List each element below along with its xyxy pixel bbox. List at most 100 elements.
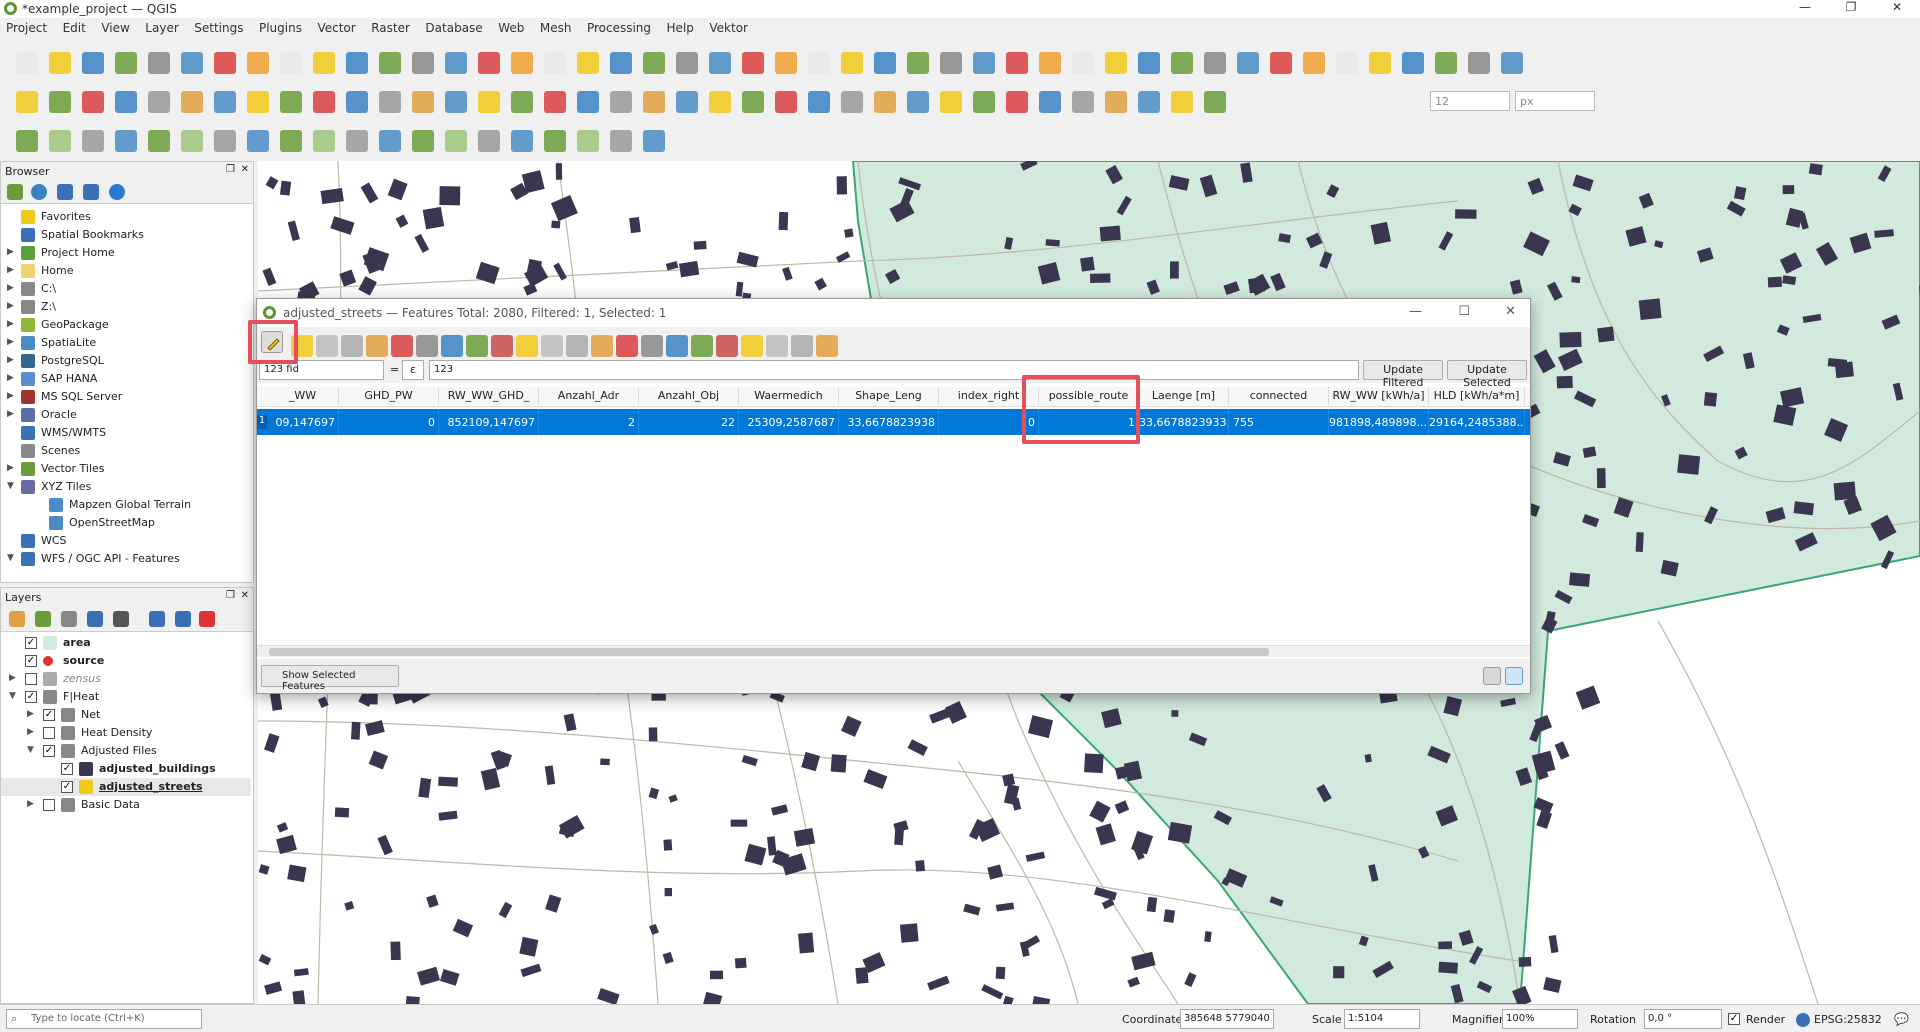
- layer-visibility-checkbox[interactable]: ✓: [43, 745, 55, 757]
- table-cell[interactable]: 2: [539, 409, 639, 435]
- messages-icon[interactable]: 💬: [1894, 1012, 1909, 1026]
- table-cell[interactable]: 22: [639, 409, 739, 435]
- table-cell[interactable]: 09,147697: [267, 409, 339, 435]
- toolbar-tool-icon[interactable]: [841, 52, 863, 74]
- menu-plugins[interactable]: Plugins: [253, 18, 308, 35]
- filter-legend-icon[interactable]: [87, 611, 103, 627]
- menu-processing[interactable]: Processing: [581, 18, 657, 35]
- toolbar-tool-icon[interactable]: [181, 91, 203, 113]
- toolbar-tool-icon[interactable]: [1501, 52, 1523, 74]
- help-icon[interactable]: [109, 184, 125, 200]
- toolbar-tool-icon[interactable]: [666, 335, 688, 357]
- toolbar-tool-icon[interactable]: [148, 91, 170, 113]
- toolbar-tool-icon[interactable]: [742, 91, 764, 113]
- menu-database[interactable]: Database: [419, 18, 488, 35]
- expand-arrow-icon[interactable]: ▶: [7, 355, 14, 365]
- column-header[interactable]: connected: [1229, 387, 1329, 405]
- table-view-icon[interactable]: [1505, 667, 1523, 685]
- crs-button[interactable]: EPSG:25832: [1814, 1013, 1882, 1026]
- coordinate-field[interactable]: 385648 5779040: [1180, 1009, 1274, 1029]
- browser-item[interactable]: ▼ WFS / OGC API - Features: [1, 550, 241, 568]
- menu-layer[interactable]: Layer: [139, 18, 184, 35]
- toolbar-tool-icon[interactable]: [181, 52, 203, 74]
- browser-item[interactable]: ▶ Vector Tiles: [1, 460, 241, 478]
- browser-item[interactable]: ▶ Project Home: [1, 244, 241, 262]
- globe-icon[interactable]: [1796, 1013, 1810, 1027]
- expand-arrow-icon[interactable]: ▼: [7, 553, 14, 563]
- toolbar-tool-icon[interactable]: [1270, 52, 1292, 74]
- render-checkbox[interactable]: ✓: [1728, 1013, 1740, 1025]
- browser-item[interactable]: WCS: [1, 532, 241, 550]
- table-cell[interactable]: 25309,2587687: [739, 409, 839, 435]
- toolbar-tool-icon[interactable]: [691, 335, 713, 357]
- layer-item[interactable]: ▶ Basic Data: [1, 796, 251, 814]
- toolbar-tool-icon[interactable]: [940, 91, 962, 113]
- expand-arrow-icon[interactable]: ▶: [7, 283, 14, 293]
- column-header[interactable]: HLD [kWh/a*m]: [1429, 387, 1525, 405]
- expand-arrow-icon[interactable]: ▶: [7, 247, 14, 257]
- toolbar-tool-icon[interactable]: [416, 335, 438, 357]
- toolbar-tool-icon[interactable]: [313, 52, 335, 74]
- expand-arrow-icon[interactable]: ▼: [7, 481, 14, 491]
- expand-arrow-icon[interactable]: ▶: [7, 409, 14, 419]
- table-cell[interactable]: 29164,2485388...: [1429, 409, 1525, 435]
- toolbar-tool-icon[interactable]: [82, 130, 104, 152]
- expand-arrow-icon[interactable]: ▼: [27, 745, 34, 755]
- toolbar-tool-icon[interactable]: [316, 335, 338, 357]
- collapse-all-icon[interactable]: [175, 611, 191, 627]
- browser-item[interactable]: Mapzen Global Terrain: [1, 496, 241, 514]
- browser-item[interactable]: ▶ SAP HANA: [1, 370, 241, 388]
- toolbar-tool-icon[interactable]: [148, 130, 170, 152]
- toolbar-tool-icon[interactable]: [907, 91, 929, 113]
- toolbar-tool-icon[interactable]: [1039, 52, 1061, 74]
- dialog-maximize-button[interactable]: ☐: [1458, 304, 1470, 319]
- toolbar-tool-icon[interactable]: [478, 91, 500, 113]
- expand-arrow-icon[interactable]: ▼: [9, 691, 16, 701]
- menu-vektor[interactable]: Vektor: [703, 18, 754, 35]
- minimize-button[interactable]: —: [1782, 0, 1828, 18]
- remove-layer-icon[interactable]: [199, 611, 215, 627]
- rotation-field[interactable]: 0,0 °: [1644, 1009, 1722, 1029]
- toolbar-tool-icon[interactable]: [791, 335, 813, 357]
- toolbar-tool-icon[interactable]: [366, 335, 388, 357]
- update-selected-button[interactable]: Update Selected: [1447, 360, 1527, 389]
- menu-mesh[interactable]: Mesh: [534, 18, 578, 35]
- column-header[interactable]: Laenge [m]: [1139, 387, 1229, 405]
- close-panel-icon[interactable]: ✕: [241, 590, 249, 601]
- toolbar-tool-icon[interactable]: [544, 52, 566, 74]
- scale-field[interactable]: 1:5104: [1344, 1009, 1420, 1029]
- layer-visibility-checkbox[interactable]: ✓: [61, 763, 73, 775]
- toolbar-tool-icon[interactable]: [610, 91, 632, 113]
- layer-item[interactable]: ▼ ✓ Adjusted Files: [1, 742, 251, 760]
- scrollbar-thumb[interactable]: [269, 648, 1269, 656]
- layer-visibility-checkbox[interactable]: [25, 673, 37, 685]
- show-selected-features-button[interactable]: Show Selected Features: [261, 665, 399, 692]
- expand-arrow-icon[interactable]: ▶: [7, 391, 14, 401]
- toolbar-tool-icon[interactable]: [676, 52, 698, 74]
- menu-settings[interactable]: Settings: [188, 18, 249, 35]
- layer-item[interactable]: ▶ zensus: [1, 670, 251, 688]
- toolbar-tool-icon[interactable]: [577, 91, 599, 113]
- layer-item[interactable]: ▼ ✓ F|Heat: [1, 688, 251, 706]
- expression-filter-icon[interactable]: [113, 611, 129, 627]
- column-header[interactable]: Anzahl_Obj: [639, 387, 739, 405]
- toolbar-tool-icon[interactable]: [1105, 52, 1127, 74]
- toolbar-tool-icon[interactable]: [907, 52, 929, 74]
- toolbar-tool-icon[interactable]: [775, 91, 797, 113]
- style-icon[interactable]: [9, 611, 25, 627]
- browser-item[interactable]: ▶ Oracle: [1, 406, 241, 424]
- toolbar-tool-icon[interactable]: [49, 91, 71, 113]
- layer-visibility-checkbox[interactable]: ✓: [25, 691, 37, 703]
- toolbar-tool-icon[interactable]: [115, 91, 137, 113]
- add-layer-icon[interactable]: [7, 184, 23, 200]
- layer-visibility-checkbox[interactable]: ✓: [25, 655, 37, 667]
- toolbar-tool-icon[interactable]: [346, 91, 368, 113]
- expand-arrow-icon[interactable]: ▶: [27, 799, 34, 809]
- browser-item[interactable]: ▼ XYZ Tiles: [1, 478, 241, 496]
- expand-arrow-icon[interactable]: ▶: [7, 301, 14, 311]
- toolbar-tool-icon[interactable]: [511, 130, 533, 152]
- table-cell[interactable]: 981898,489898...: [1329, 409, 1429, 435]
- toolbar-tool-icon[interactable]: [82, 52, 104, 74]
- toolbar-tool-icon[interactable]: [115, 52, 137, 74]
- menu-help[interactable]: Help: [661, 18, 700, 35]
